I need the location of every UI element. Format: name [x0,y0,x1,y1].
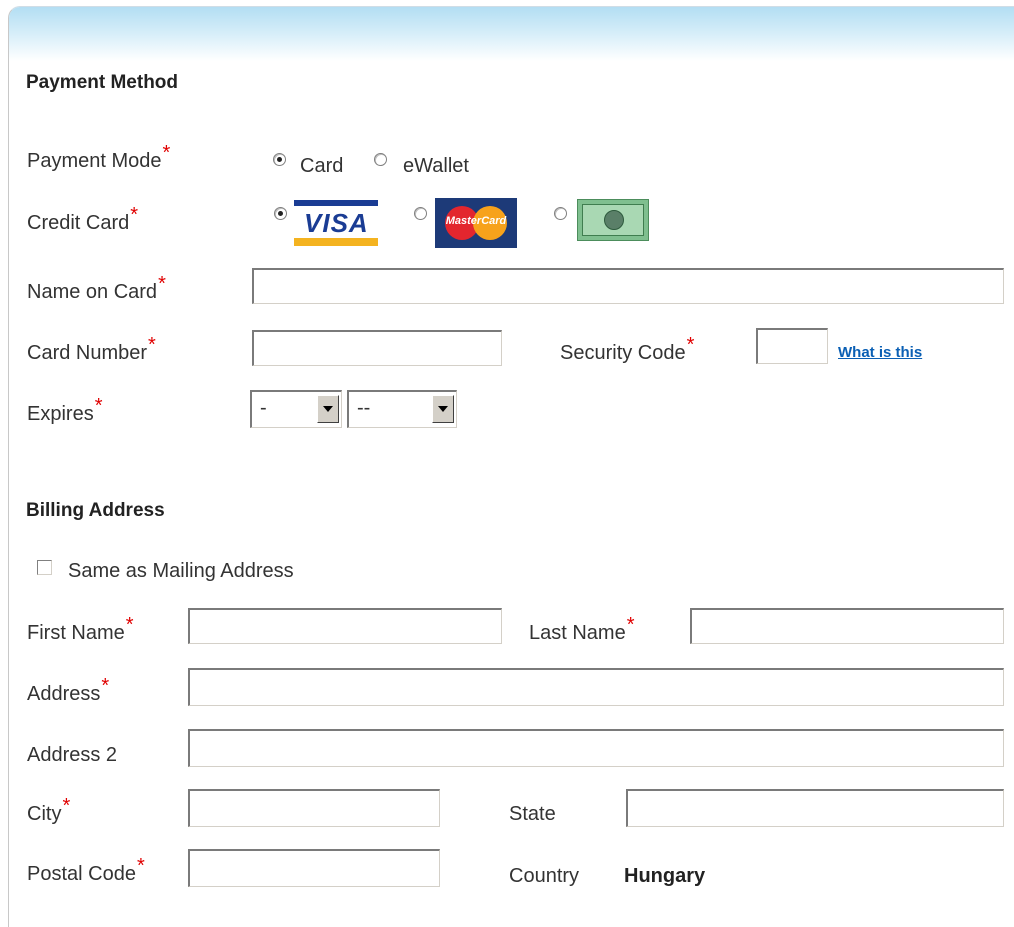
panel-header-bar [9,7,1014,61]
mastercard-logo[interactable]: MasterCard [435,198,517,248]
required-marker: * [125,614,134,636]
expires-month-select[interactable]: - [250,390,342,428]
mastercard-radio[interactable] [414,207,427,220]
chevron-down-icon[interactable] [432,395,454,423]
card-number-label: Card Number* [27,334,156,364]
card-number-input[interactable] [252,330,502,366]
name-on-card-label: Name on Card* [27,273,166,303]
payment-method-heading: Payment Method [26,72,179,93]
payment-mode-label: Payment Mode* [27,142,171,172]
address2-label: Address 2 [27,744,118,766]
city-label: City* [27,795,71,825]
postal-code-label: Postal Code* [27,855,145,885]
required-marker: * [148,334,156,356]
required-marker: * [62,795,71,817]
address-label: Address* [27,675,110,705]
visa-logo[interactable]: VISA [294,200,378,246]
required-marker: * [101,675,110,697]
last-name-label: Last Name* [529,614,635,644]
address2-input[interactable] [188,729,1004,767]
postal-code-input[interactable] [188,849,440,887]
expires-year-value: -- [357,397,371,419]
required-marker: * [94,395,103,417]
required-marker: * [130,204,139,226]
security-code-input[interactable] [756,328,828,364]
city-input[interactable] [188,789,440,827]
required-marker: * [686,334,695,356]
required-marker: * [136,855,145,877]
visa-radio[interactable] [274,207,287,220]
amex-logo[interactable] [577,199,649,241]
credit-card-label: Credit Card* [27,204,139,234]
chevron-down-icon[interactable] [317,395,339,423]
country-value: Hungary [624,865,706,887]
amex-centurion-icon [604,210,624,230]
address-input[interactable] [188,668,1004,706]
state-label: State [509,803,556,825]
payment-mode-card-label: Card [300,155,344,177]
required-marker: * [158,273,166,295]
first-name-input[interactable] [188,608,502,644]
payment-mode-ewallet-label: eWallet [403,155,469,177]
security-code-label: Security Code* [560,334,695,364]
same-as-mailing-label: Same as Mailing Address [68,560,294,582]
state-input[interactable] [626,789,1004,827]
name-on-card-input[interactable] [252,268,1004,304]
first-name-label: First Name* [27,614,134,644]
payment-mode-ewallet-radio[interactable] [374,153,387,166]
last-name-input[interactable] [690,608,1004,644]
expires-label: Expires* [27,395,103,425]
same-as-mailing-checkbox[interactable] [37,560,52,575]
expires-year-select[interactable]: -- [347,390,457,428]
country-label: Country [509,865,580,887]
billing-address-heading: Billing Address [26,500,165,521]
required-marker: * [162,142,171,164]
required-marker: * [626,614,635,636]
what-is-this-link[interactable]: What is this [838,344,922,361]
mastercard-logo-text: MasterCard [445,215,507,227]
payment-mode-card-radio[interactable] [273,153,286,166]
expires-month-value: - [260,397,267,419]
amex-radio[interactable] [554,207,567,220]
visa-logo-text: VISA [304,208,369,238]
